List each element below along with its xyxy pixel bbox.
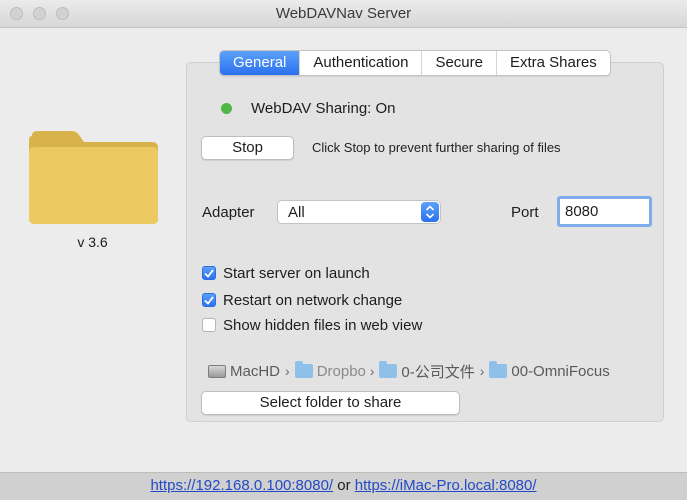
checkbox-checked-icon[interactable] [202, 293, 216, 307]
folder-icon [489, 361, 508, 378]
tab-bar: General Authentication Secure Extra Shar… [219, 50, 611, 76]
dropbox-folder-icon [294, 361, 313, 378]
window-title: WebDAVNav Server [275, 5, 412, 22]
select-folder-button[interactable]: Select folder to share [201, 391, 460, 415]
path-item[interactable]: 0-公司文件 [379, 361, 475, 381]
title-bar: WebDAVNav Server [0, 0, 687, 28]
chevron-right-icon: › [369, 363, 375, 379]
adapter-select[interactable]: All [277, 200, 441, 224]
start-on-launch-option[interactable]: Start server on launch [202, 264, 370, 282]
folder-icon [379, 361, 398, 378]
status-indicator-icon [221, 103, 232, 114]
port-input[interactable] [557, 196, 652, 227]
port-label: Port [511, 204, 539, 221]
show-hidden-files-option[interactable]: Show hidden files in web view [202, 316, 422, 334]
stop-hint-text: Click Stop to prevent further sharing of… [312, 140, 561, 155]
hostname-url-link[interactable]: https://iMac-Pro.local:8080/ [355, 477, 537, 494]
path-item[interactable]: MacHD [208, 363, 280, 380]
tab-authentication[interactable]: Authentication [300, 51, 423, 75]
version-label: v 3.6 [77, 234, 108, 250]
adapter-value: All [288, 204, 305, 221]
tab-general[interactable]: General [220, 51, 301, 75]
path-control[interactable]: MacHD › Dropbox › 0-公司文件 › 00-OmniFocus [208, 361, 648, 381]
sharing-status-text: WebDAV Sharing: On [251, 100, 396, 117]
tab-extra-shares[interactable]: Extra Shares [497, 51, 610, 75]
checkbox-unchecked-icon[interactable] [202, 318, 216, 332]
tab-secure[interactable]: Secure [422, 51, 497, 75]
restart-on-network-change-option[interactable]: Restart on network change [202, 291, 402, 309]
folder-icon [29, 131, 158, 224]
chevron-updown-icon [421, 202, 439, 222]
ip-url-link[interactable]: https://192.168.0.100:8080/ [150, 477, 333, 494]
stop-button[interactable]: Stop [201, 136, 294, 160]
path-item[interactable]: Dropbox [294, 361, 365, 380]
path-item[interactable]: 00-OmniFocus [489, 361, 610, 380]
option-label: Start server on launch [223, 264, 370, 282]
option-label: Show hidden files in web view [223, 316, 423, 334]
adapter-label: Adapter [202, 204, 255, 221]
option-label: Restart on network change [223, 291, 403, 309]
server-url-footer: https://192.168.0.100:8080/ or https://i… [0, 472, 687, 500]
hard-drive-icon [208, 364, 226, 378]
url-separator: or [337, 477, 351, 494]
checkbox-checked-icon[interactable] [202, 266, 216, 280]
chevron-right-icon: › [479, 363, 485, 379]
chevron-right-icon: › [285, 363, 290, 379]
